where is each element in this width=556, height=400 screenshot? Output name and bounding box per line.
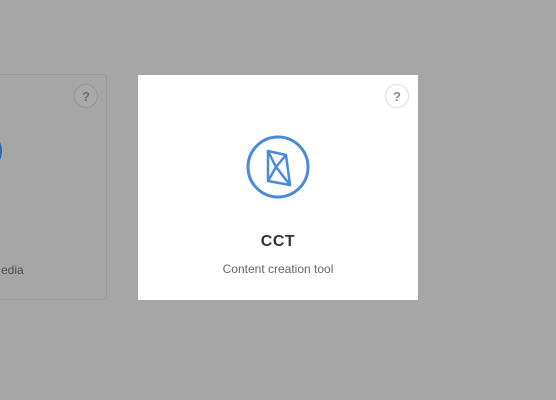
cct-card[interactable]: ? CCT Content creation tool <box>138 75 418 300</box>
help-label: ? <box>393 88 401 104</box>
cct-card-title: CCT <box>260 233 296 250</box>
cct-help-button[interactable]: ? <box>385 84 409 108</box>
media-card[interactable]: ? edia <box>0 74 107 300</box>
modal-stage: ? edia ? CCT Content creation tool <box>0 0 556 400</box>
cct-card-description: Content creation tool <box>222 262 334 276</box>
cct-logo-icon <box>246 135 310 199</box>
media-icon <box>0 142 2 160</box>
media-card-description: edia <box>1 263 24 277</box>
help-label: ? <box>82 88 90 104</box>
media-help-button[interactable]: ? <box>74 84 98 108</box>
